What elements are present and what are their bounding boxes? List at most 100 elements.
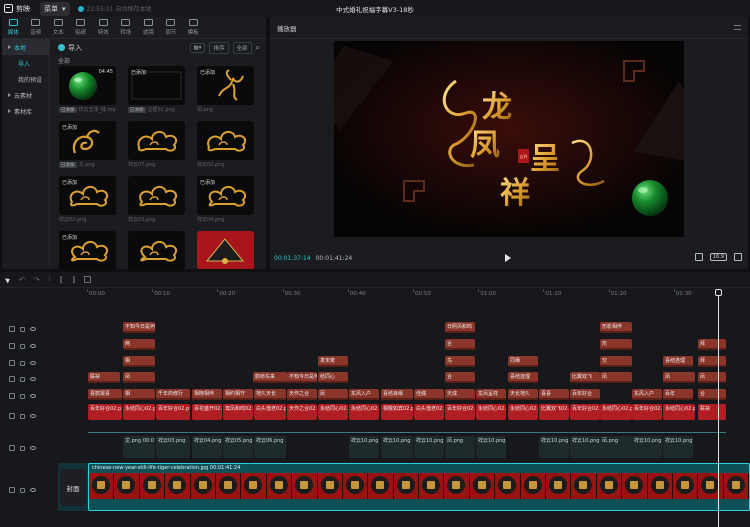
- delete-icon[interactable]: [84, 276, 92, 283]
- tab-1[interactable]: 音频: [25, 17, 48, 38]
- text-clip[interactable]: 比翼双飞: [570, 372, 600, 383]
- sidebar-item-1[interactable]: 导入: [2, 55, 49, 71]
- text-clip[interactable]: 鸟: [445, 356, 475, 367]
- text-clip[interactable]: 龙凤呈祥: [476, 389, 506, 400]
- lock-icon[interactable]: [20, 343, 25, 349]
- text-clip[interactable]: 千年的修行: [156, 389, 190, 400]
- media-thumbnail[interactable]: 已添加: [197, 66, 254, 105]
- media-tile[interactable]: 祥云07.png: [128, 121, 185, 168]
- video-clip[interactable]: 龙.png 00:0: [123, 436, 155, 458]
- visibility-icon[interactable]: [30, 446, 36, 450]
- media-thumbnail[interactable]: [128, 176, 185, 215]
- sidebar-item-4[interactable]: 素材库: [2, 103, 49, 119]
- media-tile[interactable]: 已添加 凤.png: [197, 66, 254, 113]
- filter-button[interactable]: 全部: [232, 41, 252, 54]
- audio-clip[interactable]: 鸾凤和鸣02.p: [223, 404, 253, 420]
- audio-clip[interactable]: 永结同心02.p: [663, 404, 695, 420]
- audio-clip[interactable]: 永结同心02.p: [476, 404, 506, 420]
- audio-clip[interactable]: 永结同心02.p: [600, 404, 632, 420]
- tab-7[interactable]: 调节: [160, 17, 183, 38]
- text-clip[interactable]: 天作之合: [287, 389, 317, 400]
- text-clip[interactable]: 不知今日是何: [287, 372, 317, 383]
- text-clip[interactable]: 喜喜: [539, 389, 569, 400]
- lock-icon[interactable]: [20, 376, 25, 382]
- tab-5[interactable]: 转场: [115, 17, 138, 38]
- text-clip[interactable]: 联袂: [88, 372, 120, 383]
- undo-icon[interactable]: ↶: [19, 276, 25, 284]
- video-clip[interactable]: 祥云10.png: [570, 436, 600, 458]
- fit-view-icon[interactable]: [694, 253, 703, 261]
- text-clip[interactable]: 百年好合: [570, 389, 600, 400]
- text-clip[interactable]: 交: [600, 356, 632, 367]
- text-clip[interactable]: 相: [123, 389, 155, 400]
- media-thumbnail[interactable]: 已添加: [197, 176, 254, 215]
- audio-clip[interactable]: 天作之合02.p: [287, 404, 317, 420]
- time-ruler[interactable]: 00:00 00:10 00:20 00:30 00:40 00:50 01:00 01:10…: [87, 289, 750, 301]
- audio-clip[interactable]: 白头偕老02.p: [414, 404, 444, 420]
- text-clip[interactable]: 东风入户: [632, 389, 662, 400]
- video-clip[interactable]: 祥云10.png: [414, 436, 444, 458]
- lock-icon[interactable]: [20, 360, 25, 366]
- video-clip[interactable]: 祥云10.png: [539, 436, 569, 458]
- audio-clip[interactable]: 百花盛开02.p: [192, 404, 222, 420]
- text-clip[interactable]: 凤: [698, 372, 726, 383]
- lock-icon[interactable]: [20, 413, 25, 419]
- media-tile[interactable]: 04:45 已添加 祥云玉球_绿.mp4: [59, 66, 116, 113]
- video-clip[interactable]: 祥云10.png: [663, 436, 693, 458]
- aspect-ratio-button[interactable]: 16:9: [709, 253, 727, 261]
- playhead[interactable]: [718, 289, 719, 527]
- lock-icon[interactable]: [20, 487, 25, 493]
- text-clip[interactable]: 喜结连理: [663, 356, 693, 367]
- audio-clip[interactable]: 百年好合02.p: [156, 404, 190, 420]
- visibility-icon[interactable]: [30, 377, 36, 381]
- audio-clip[interactable]: 百年好合02.p: [445, 404, 475, 420]
- visibility-icon[interactable]: [30, 327, 36, 331]
- select-cursor-icon[interactable]: [4, 275, 12, 284]
- media-tile[interactable]: 祥云03.png: [128, 176, 185, 223]
- tab-2[interactable]: 文本: [47, 17, 70, 38]
- text-clip[interactable]: 结同心: [318, 372, 348, 383]
- audio-clip[interactable]: 百年好合02.p: [570, 404, 600, 420]
- lock-icon[interactable]: [20, 393, 25, 399]
- audio-clip[interactable]: 比翼双飞02.p: [539, 404, 569, 420]
- media-thumbnail[interactable]: [197, 121, 254, 160]
- visibility-icon[interactable]: [30, 361, 36, 365]
- import-button[interactable]: 导入: [58, 43, 82, 53]
- text-clip[interactable]: 相随相伴: [192, 389, 222, 400]
- menu-button[interactable]: 菜单 ▾: [40, 1, 70, 16]
- tab-8[interactable]: 模板: [182, 17, 205, 38]
- text-clip[interactable]: 相: [123, 356, 155, 367]
- text-clip[interactable]: 喜结连理: [508, 372, 538, 383]
- audio-clip[interactable]: 永结同心02.p: [123, 404, 155, 420]
- video-clip[interactable]: 凤.png: [445, 436, 475, 458]
- text-clip[interactable]: 百年: [663, 389, 693, 400]
- text-clip[interactable]: 日照风和鸣: [445, 322, 475, 333]
- media-tile[interactable]: 已添加 祥云04.png: [197, 176, 254, 223]
- media-thumbnail[interactable]: 04:45: [59, 66, 116, 105]
- audio-clip[interactable]: 相敬如宾02.p: [381, 404, 413, 420]
- redo-icon[interactable]: ↷: [34, 276, 40, 284]
- main-video-clip[interactable]: chinese-new-year-still-life-tiger-celebr…: [88, 463, 750, 511]
- media-tile[interactable]: 已添加 已添加 龙.png: [59, 121, 116, 168]
- audio-clip[interactable]: 百年好合02.p: [632, 404, 662, 420]
- visibility-icon[interactable]: [30, 344, 36, 348]
- media-thumbnail[interactable]: [197, 231, 254, 269]
- sidebar-item-2[interactable]: 我的预设: [2, 71, 49, 87]
- media-thumbnail[interactable]: [128, 121, 185, 160]
- text-clip[interactable]: 不知今日是何: [123, 322, 155, 333]
- video-clip[interactable]: 祥云06.png: [254, 436, 286, 458]
- playhead-handle[interactable]: [715, 289, 722, 296]
- media-thumbnail[interactable]: 已添加: [59, 176, 116, 215]
- audio-clip[interactable]: 百年好合02.p: [88, 404, 122, 420]
- text-clip[interactable]: 同栖: [508, 356, 538, 367]
- media-thumbnail[interactable]: 已添加: [128, 66, 185, 105]
- cover-button[interactable]: 封面: [60, 469, 86, 506]
- view-mode-button[interactable]: ▦▾: [189, 42, 206, 53]
- text-clip[interactable]: 喜结良缘: [381, 389, 413, 400]
- text-clip[interactable]: 形: [600, 339, 632, 350]
- audio-clip[interactable]: 永结同心02.p: [318, 404, 348, 420]
- menu-icon[interactable]: [734, 25, 741, 30]
- text-clip[interactable]: 天长地久: [508, 389, 538, 400]
- text-clip[interactable]: 天成: [445, 389, 475, 400]
- text-clip[interactable]: 地久天长: [254, 389, 286, 400]
